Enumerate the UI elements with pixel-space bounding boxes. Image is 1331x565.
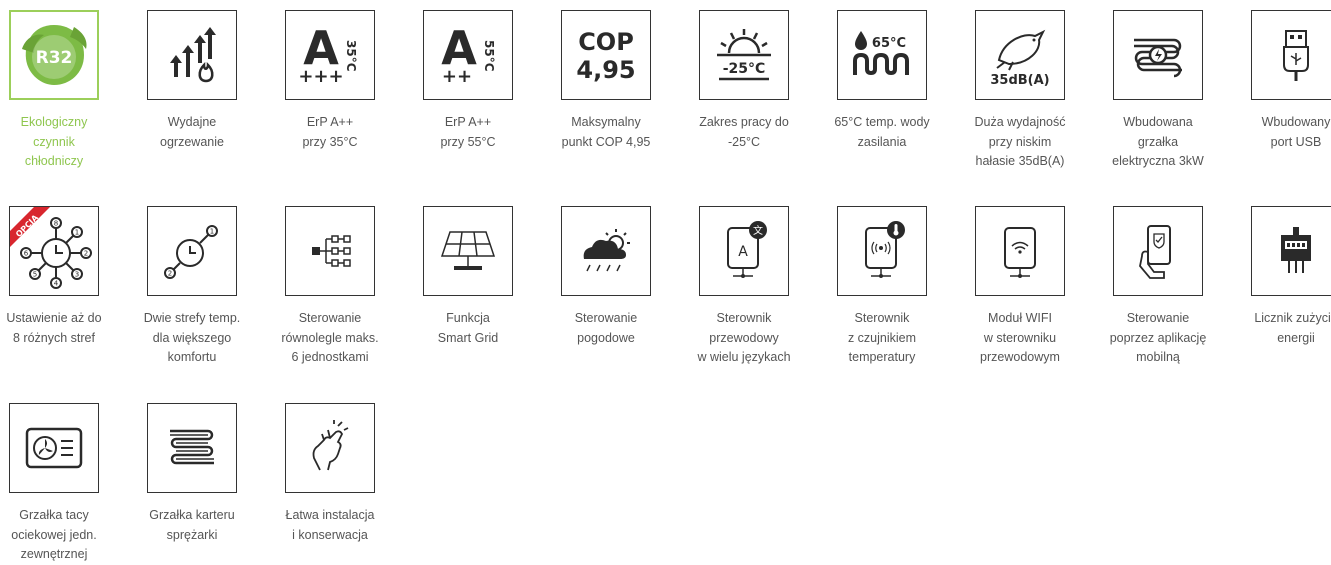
feature-caption: Maksymalny punkt COP 4,95	[561, 115, 651, 149]
feature-caption: Ekologiczny czynnik chłodniczy	[20, 115, 88, 168]
svg-text:COP: COP	[578, 28, 634, 56]
crankcase-heater-icon	[170, 429, 214, 465]
sensor-controller-icon	[865, 221, 905, 278]
svg-text:35°C: 35°C	[344, 40, 358, 72]
wifi-module-icon	[1004, 227, 1036, 278]
feature-box[interactable]	[147, 403, 237, 493]
feature-box[interactable]	[9, 403, 99, 493]
feature-box[interactable]	[975, 206, 1065, 296]
feature-caption: 65°C temp. wody zasilania	[834, 115, 930, 149]
feature-box[interactable]: A 文	[699, 206, 789, 296]
svg-text:55°C: 55°C	[482, 40, 496, 72]
feature-box[interactable]	[423, 206, 513, 296]
svg-text:4,95: 4,95	[576, 56, 635, 84]
water-temperature-icon: 65°C	[853, 31, 909, 76]
feature-caption: Moduł WIFI w sterowniku przewodowym	[980, 311, 1060, 364]
language-controller-icon: A 文	[727, 221, 767, 278]
feature-box[interactable]	[837, 206, 927, 296]
svg-text:6: 6	[24, 250, 29, 258]
svg-text:1: 1	[75, 229, 79, 237]
feature-caption: Funkcja Smart Grid	[437, 311, 499, 345]
svg-text:-25°C: -25°C	[723, 61, 766, 77]
feature-box[interactable]	[1113, 10, 1203, 100]
feature-box[interactable]	[1113, 206, 1203, 296]
mobile-app-icon	[1139, 225, 1171, 279]
feature-box[interactable]	[1251, 10, 1331, 100]
svg-text:35dB(A): 35dB(A)	[990, 73, 1049, 88]
feature-caption: Łatwa instalacja i konserwacja	[285, 508, 375, 542]
feature-caption: Sterowanie poprzez aplikację mobilną	[1109, 311, 1207, 364]
zones-clock-icon: 8 1 2 3 4 5 6 OPCJA	[10, 207, 92, 289]
electric-heater-icon	[1134, 38, 1182, 78]
svg-text:3: 3	[75, 271, 79, 279]
feature-box[interactable]: -25°C	[699, 10, 789, 100]
feature-caption: Grzałka karteru sprężarki	[149, 508, 235, 542]
energy-meter-icon	[1281, 227, 1311, 273]
feature-caption: Ustawienie aż do 8 różnych stref	[6, 311, 102, 345]
feature-box[interactable]: 8 1 2 3 4 5 6 OPCJA	[9, 206, 99, 296]
feature-caption: Sterowanie pogodowe	[574, 311, 638, 345]
feature-caption: Wbudowana grzałka elektryczna 3kW	[1112, 115, 1204, 168]
feature-caption: ErP A++ przy 35°C	[302, 115, 358, 149]
usb-port-icon	[1283, 30, 1309, 81]
svg-text:2: 2	[84, 250, 88, 258]
feature-box[interactable]: A 55°C ++	[423, 10, 513, 100]
svg-text:+++: +++	[298, 66, 343, 87]
feature-caption: Grzałka tacy ociekowej jedn. zewnętrznej	[11, 508, 97, 561]
erp-a35-icon: A 35°C +++	[298, 21, 358, 87]
feature-box[interactable]: 65°C	[837, 10, 927, 100]
erp-a55-icon: A 55°C ++	[441, 21, 496, 87]
feature-box[interactable]: 35dB(A)	[975, 10, 1065, 100]
feature-caption: Wbudowany port USB	[1261, 115, 1331, 149]
r32-text: R32	[36, 48, 73, 68]
feature-box[interactable]	[147, 10, 237, 100]
two-zones-clock-icon: 1 2	[164, 225, 218, 279]
feature-caption: Wydajne ogrzewanie	[160, 115, 224, 149]
feature-box[interactable]	[561, 206, 651, 296]
quiet-bird-icon: 35dB(A)	[990, 29, 1050, 88]
feature-box[interactable]: COP 4,95	[561, 10, 651, 100]
feature-box[interactable]: 1 2	[147, 206, 237, 296]
feature-caption: Sterownik przewodowy w wielu językach	[697, 311, 791, 364]
feature-box[interactable]	[285, 403, 375, 493]
weather-icon	[583, 229, 630, 272]
feature-box[interactable]	[1251, 206, 1331, 296]
sun-temperature-icon: -25°C	[717, 29, 771, 81]
svg-text:5: 5	[33, 271, 37, 279]
easy-install-icon	[312, 420, 349, 471]
cop-icon: COP 4,95	[576, 28, 635, 84]
efficient-heating-icon	[170, 27, 216, 83]
feature-caption: Duża wydajność przy niskim hałasie 35dB(…	[974, 115, 1066, 168]
feature-box[interactable]: R32	[9, 10, 99, 100]
parallel-control-icon	[312, 235, 351, 267]
svg-text:文: 文	[753, 224, 763, 237]
r32-leaf-icon: R32	[22, 25, 87, 85]
tray-heater-icon	[25, 427, 83, 469]
feature-caption: Licznik zużycia energii	[1254, 311, 1331, 345]
feature-caption: Sterowanie równolegle maks. 6 jednostkam…	[281, 311, 379, 364]
feature-caption: Dwie strefy temp. dla większego komfortu	[143, 311, 241, 364]
svg-text:A: A	[738, 244, 748, 260]
svg-text:2: 2	[168, 270, 172, 278]
svg-text:65°C: 65°C	[872, 36, 906, 51]
feature-caption: Sterownik z czujnikiem temperatury	[847, 311, 917, 364]
svg-text:++: ++	[442, 66, 472, 87]
svg-text:1: 1	[210, 228, 214, 236]
svg-text:8: 8	[54, 220, 58, 228]
feature-box[interactable]	[285, 206, 375, 296]
feature-caption: Zakres pracy do -25°C	[699, 115, 789, 149]
feature-box[interactable]: A 35°C +++	[285, 10, 375, 100]
svg-text:4: 4	[54, 280, 59, 288]
feature-caption: ErP A++ przy 55°C	[440, 115, 496, 149]
solar-panel-icon	[440, 231, 496, 270]
